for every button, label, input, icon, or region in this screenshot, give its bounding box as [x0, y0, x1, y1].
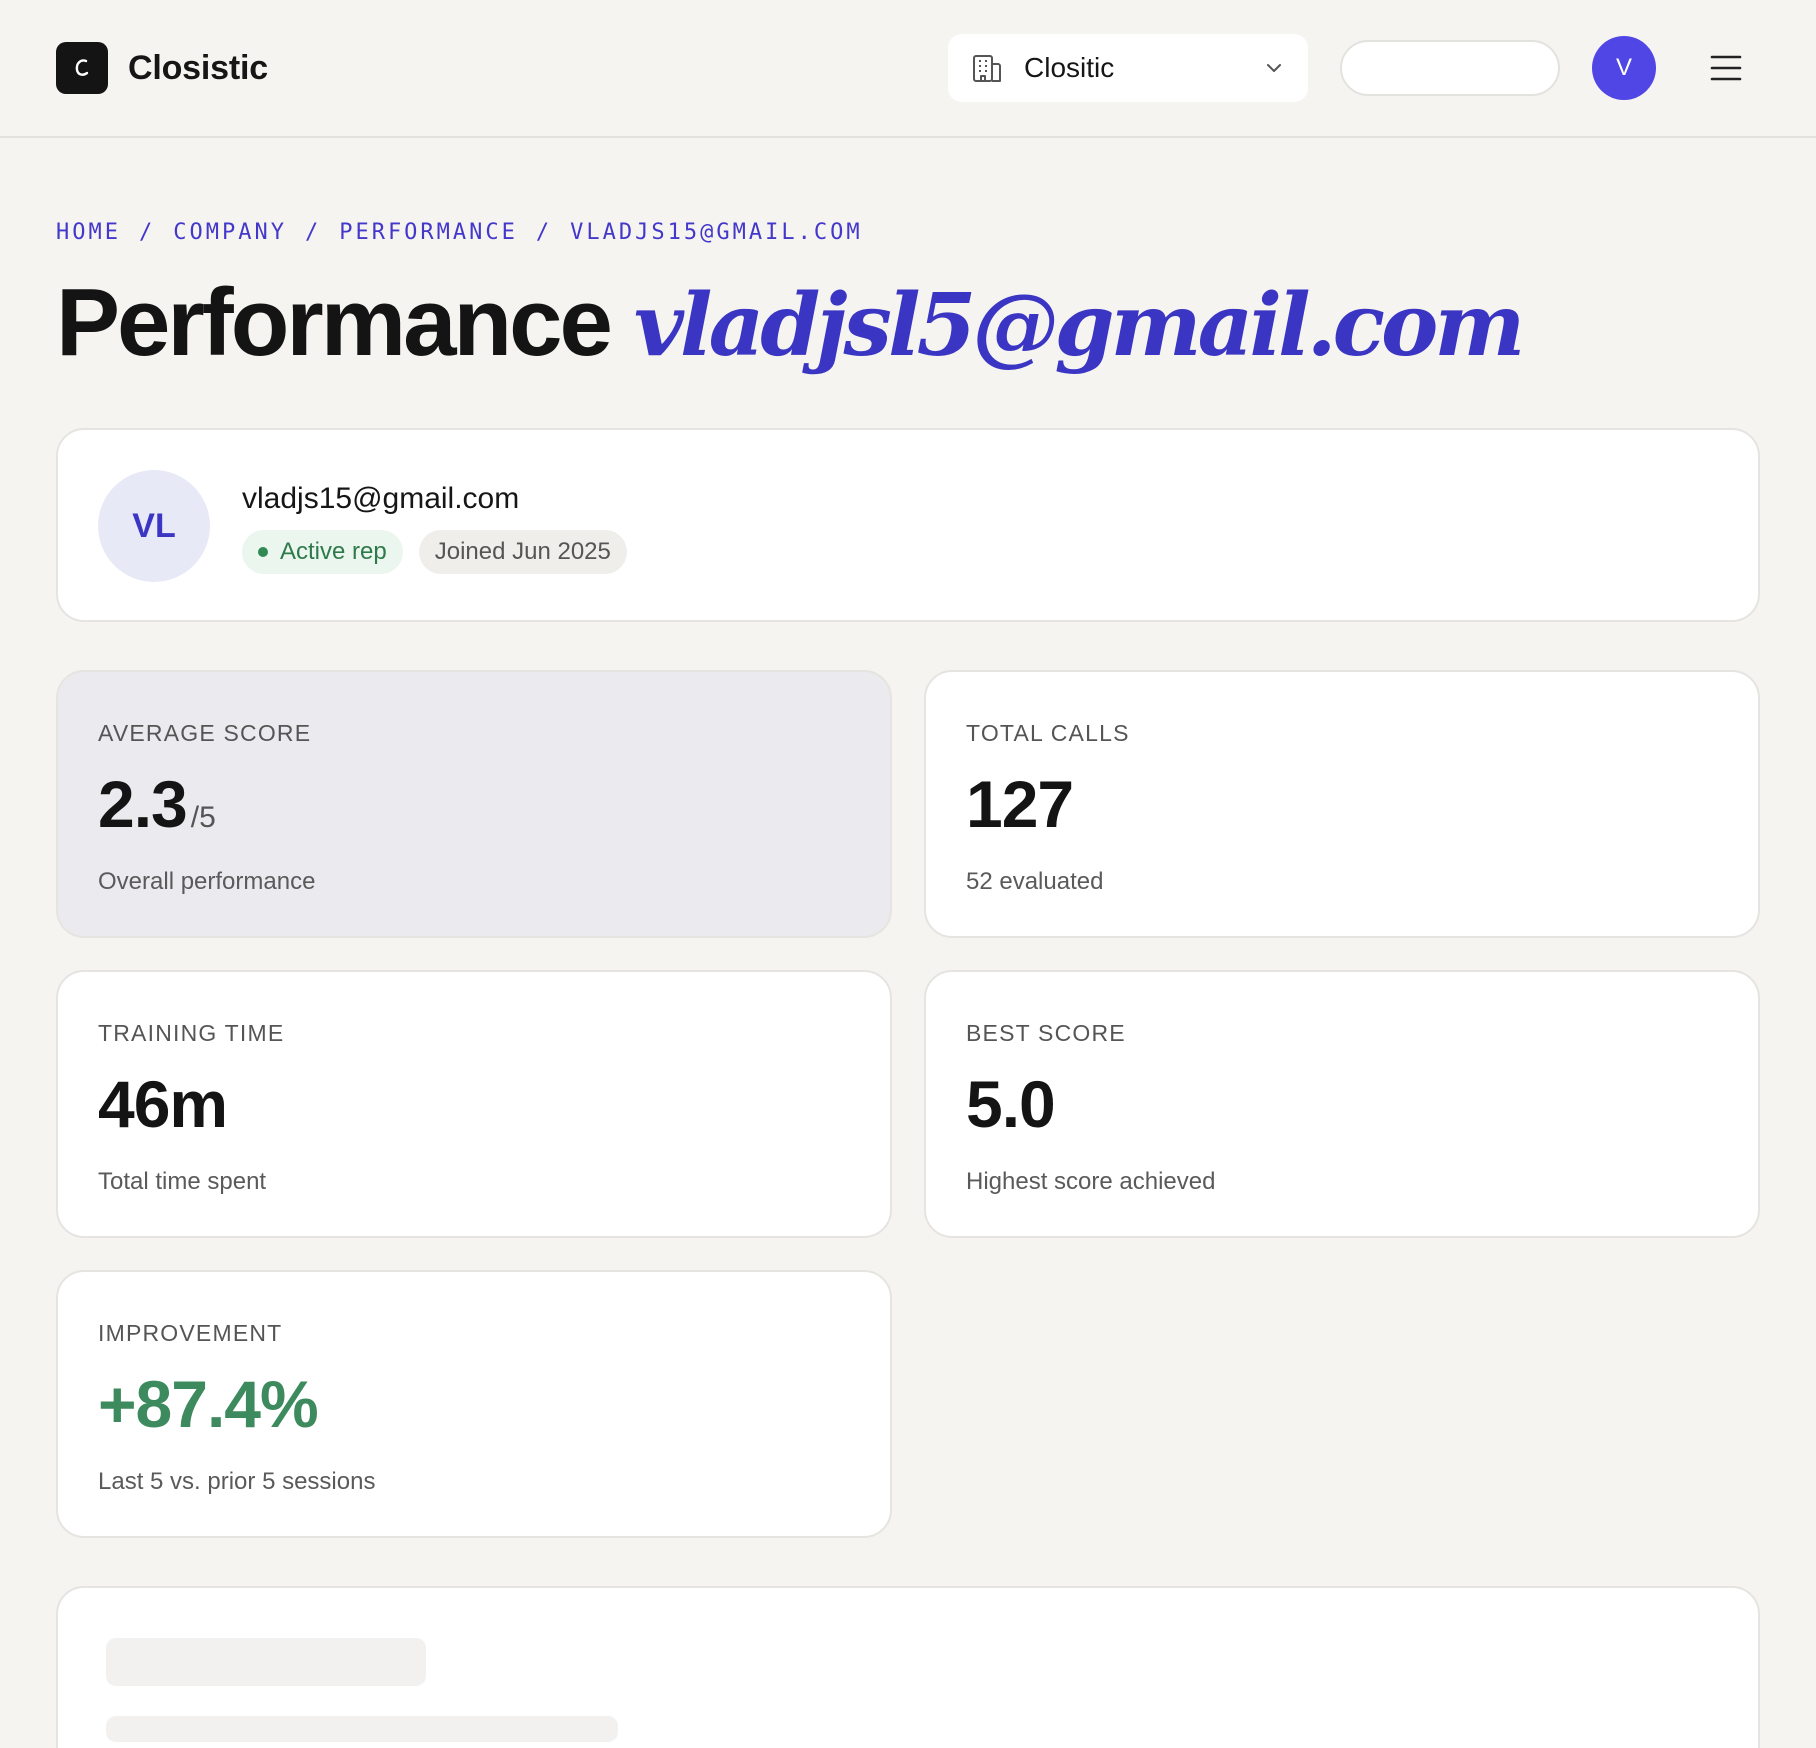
page-title: Performance vladjsl5@gmail.com	[56, 268, 1525, 378]
brand-name: Closistic	[128, 48, 268, 87]
hamburger-icon	[1710, 54, 1742, 82]
stat-label: BEST SCORE	[966, 1020, 1126, 1046]
search-input[interactable]	[1340, 40, 1560, 96]
stat-subtitle: Total time spent	[98, 1168, 267, 1195]
building-icon	[970, 51, 1004, 85]
stat-card-improvement: IMPROVEMENT +87.4% Last 5 vs. prior 5 se…	[56, 1270, 892, 1538]
menu-button[interactable]	[1706, 48, 1746, 88]
breadcrumb-separator: /	[304, 220, 322, 245]
breadcrumb-company[interactable]: COMPANY	[173, 220, 287, 245]
stat-label: AVERAGE SCORE	[98, 720, 312, 746]
skeleton-placeholder	[106, 1638, 426, 1686]
breadcrumb-separator: /	[535, 220, 553, 245]
stat-subtitle: 52 evaluated	[966, 868, 1104, 895]
stat-card-average-score: AVERAGE SCORE 2.3 /5 Overall performance	[56, 670, 892, 938]
stat-label: TRAINING TIME	[98, 1020, 285, 1046]
stat-label: IMPROVEMENT	[98, 1320, 283, 1346]
stat-subtitle: Last 5 vs. prior 5 sessions	[98, 1468, 376, 1495]
stat-value: +87.4%	[98, 1367, 319, 1441]
status-dot-icon	[258, 547, 268, 557]
profile-avatar: VL	[98, 470, 210, 582]
page-title-email: vladjsl5@gmail.com	[633, 275, 1525, 376]
breadcrumb-separator: /	[138, 220, 156, 245]
status-badge: Active rep	[242, 530, 403, 574]
profile-email: vladjs15@gmail.com	[242, 482, 520, 515]
breadcrumb-current: VLADJS15@GMAIL.COM	[570, 220, 863, 245]
stat-subtitle: Overall performance	[98, 868, 316, 895]
status-badge-label: Active rep	[280, 538, 387, 565]
stat-card-training-time: TRAINING TIME 46m Total time spent	[56, 970, 892, 1238]
profile-card: VL vladjs15@gmail.com Active rep Joined …	[56, 428, 1760, 622]
stat-label: TOTAL CALLS	[966, 720, 1130, 746]
stat-value: 46m	[98, 1067, 228, 1141]
brand[interactable]: Closistic	[56, 42, 268, 94]
profile-badges: Active rep Joined Jun 2025	[242, 530, 627, 574]
stat-value-suffix: /5	[190, 801, 216, 834]
stat-subtitle: Highest score achieved	[966, 1168, 1216, 1195]
stat-card-total-calls: TOTAL CALLS 127 52 evaluated	[924, 670, 1760, 938]
user-avatar[interactable]: V	[1592, 36, 1656, 100]
brand-logo-icon	[56, 42, 108, 94]
stat-value: 5.0	[966, 1067, 1056, 1141]
loading-card	[56, 1586, 1760, 1748]
stat-value-number: 2.3	[98, 767, 188, 841]
org-select-value: Clositic	[1024, 52, 1115, 83]
stat-value: 2.3 /5	[98, 766, 216, 842]
chevron-down-icon	[1262, 56, 1286, 80]
stat-value: 127	[966, 767, 1074, 841]
top-bar: Closistic Clositic V	[0, 0, 1816, 138]
joined-badge: Joined Jun 2025	[418, 530, 627, 574]
page-title-main: Performance	[56, 269, 613, 376]
org-select[interactable]: Clositic	[948, 34, 1308, 102]
breadcrumb-performance[interactable]: PERFORMANCE	[339, 220, 518, 245]
breadcrumb-home[interactable]: HOME	[56, 220, 121, 245]
breadcrumb: HOME / COMPANY / PERFORMANCE / VLADJS15@…	[56, 220, 863, 245]
skeleton-placeholder	[106, 1716, 618, 1742]
stat-card-best-score: BEST SCORE 5.0 Highest score achieved	[924, 970, 1760, 1238]
